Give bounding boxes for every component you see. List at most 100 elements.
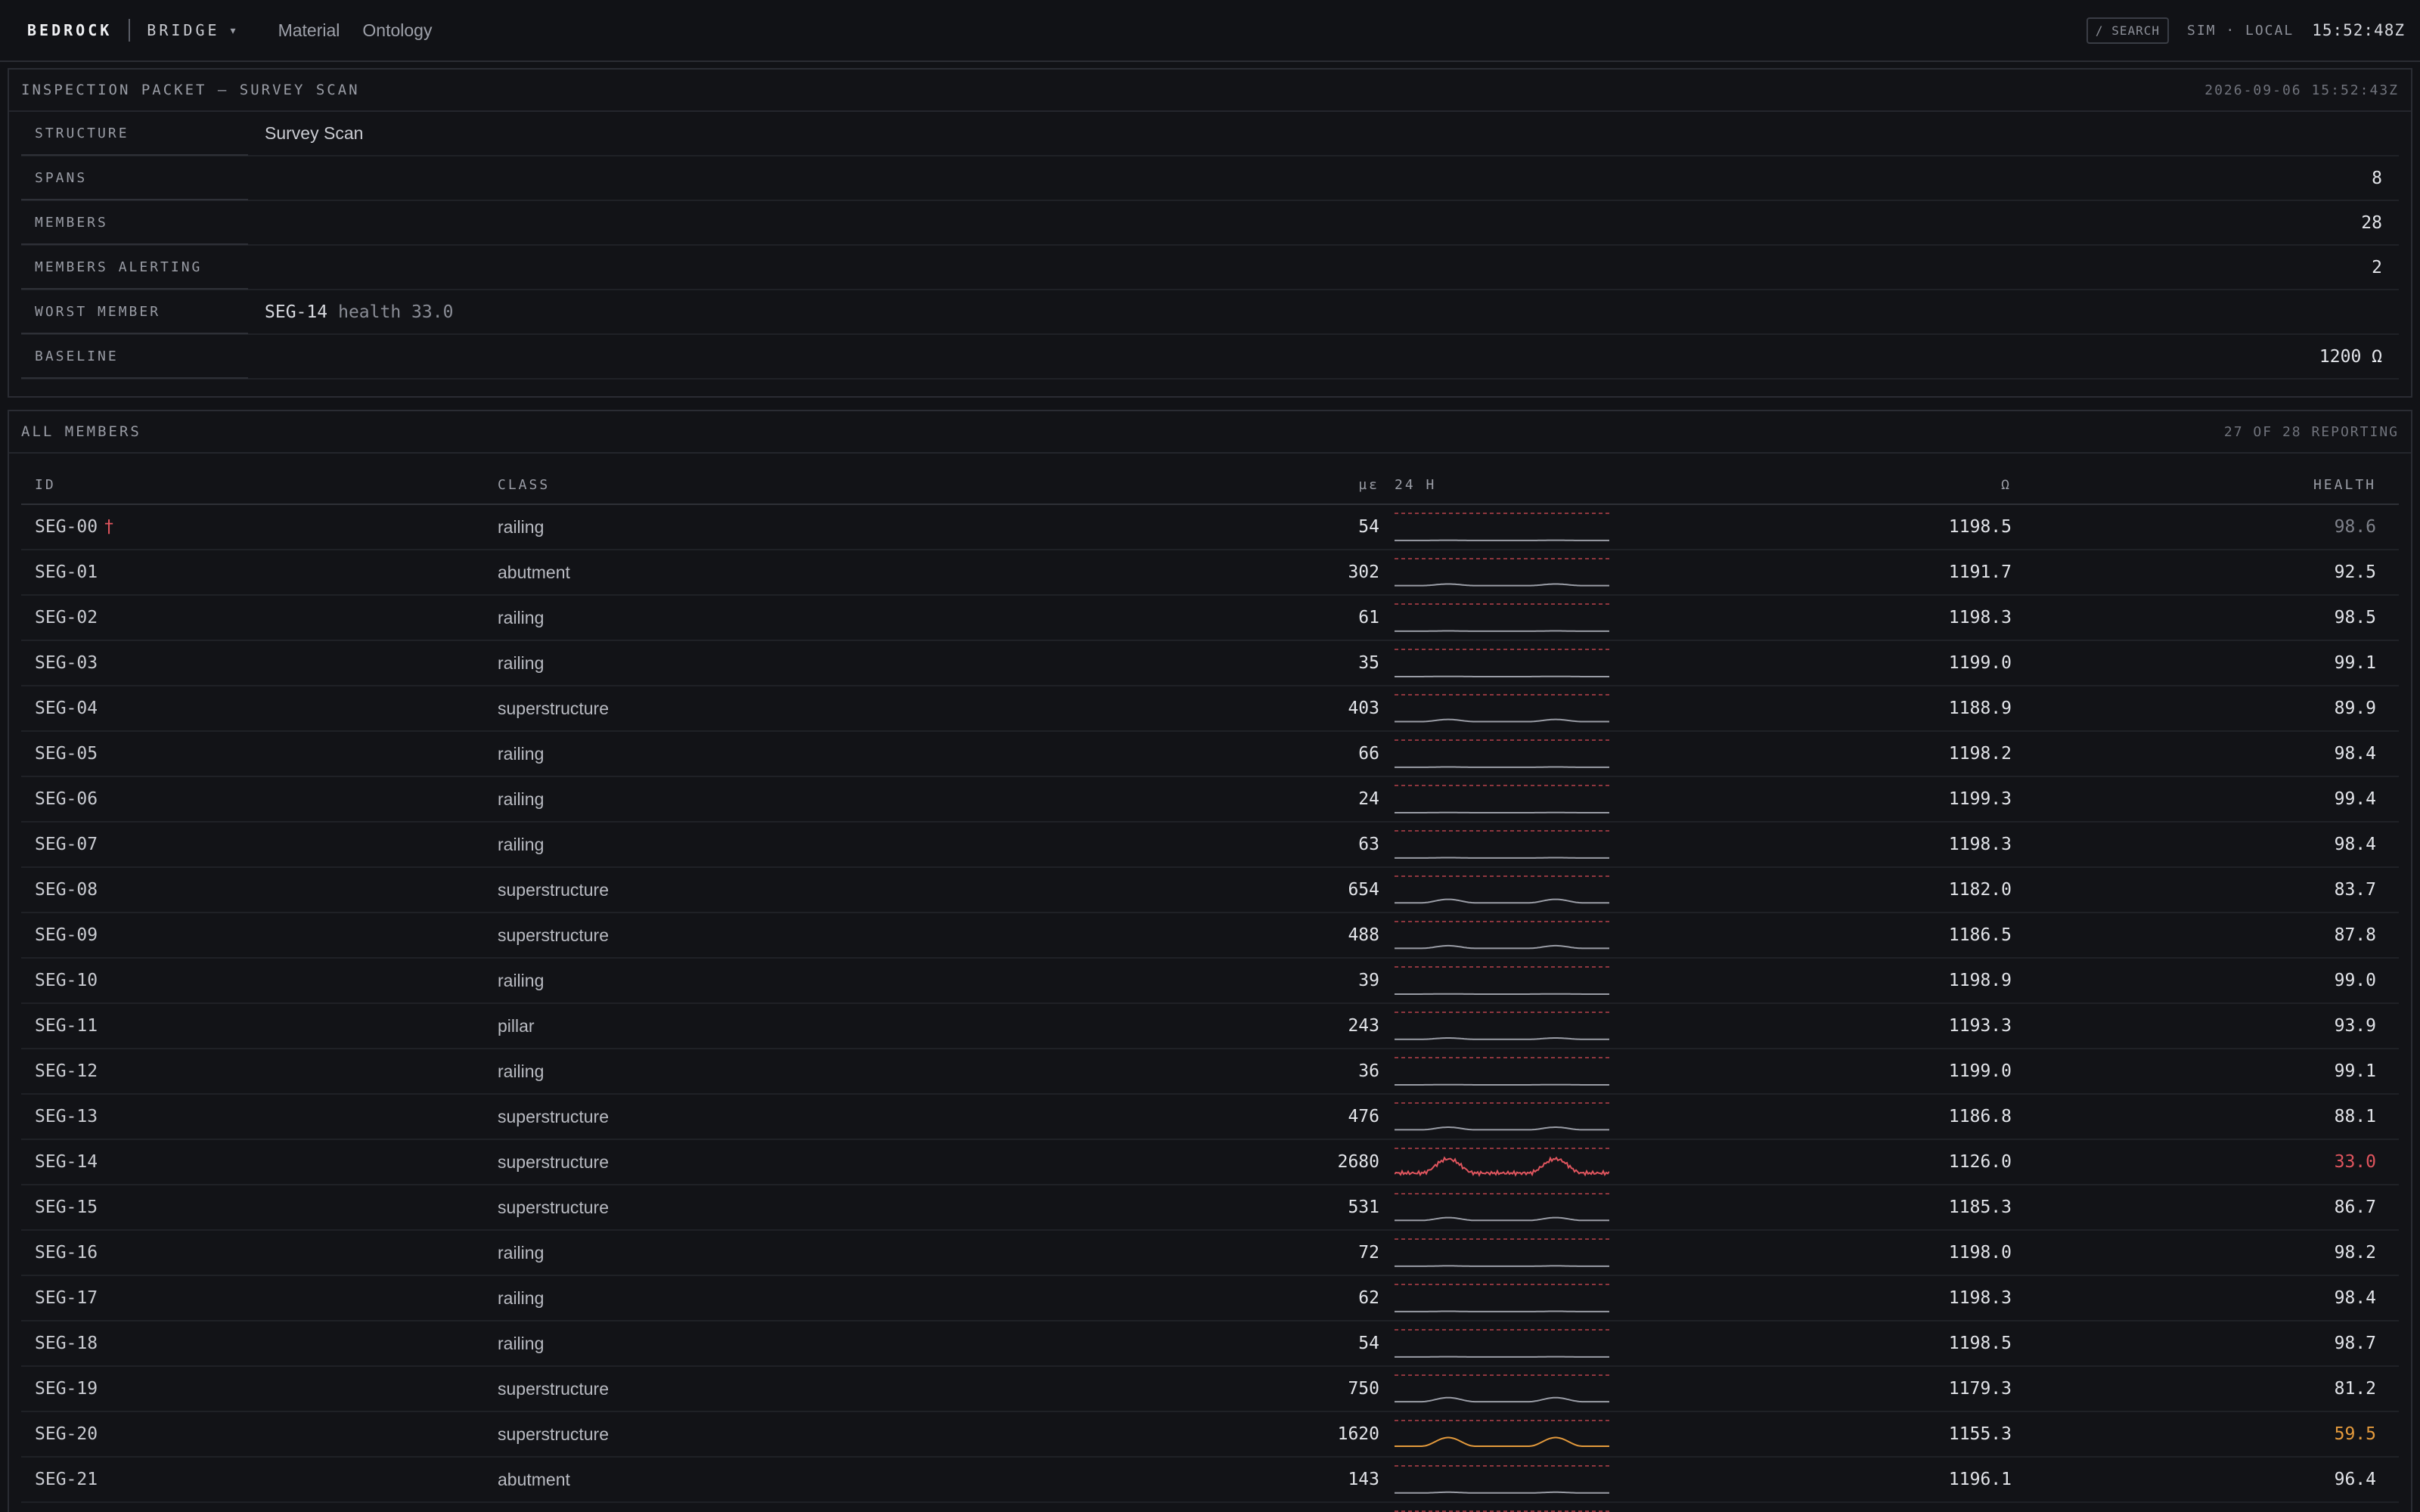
member-resistance: 1199.0	[1948, 1061, 2012, 1081]
table-row[interactable]: SEG-08 superstructure 654 1182.0 83.7	[21, 868, 2399, 913]
member-id: SEG-05	[21, 744, 498, 764]
member-id-text: SEG-15	[35, 1198, 98, 1217]
inspection-packet-panel: INSPECTION PACKET — SURVEY SCAN 2026-09-…	[8, 68, 2412, 398]
trend-sparkline	[1384, 1235, 1615, 1271]
column-header-health[interactable]: HEALTH	[2012, 477, 2393, 493]
table-row[interactable]: SEG-17 railing 62 1198.3 98.4	[21, 1276, 2399, 1321]
panel-title: INSPECTION PACKET — SURVEY SCAN	[21, 82, 360, 98]
member-resistance: 1198.5	[1948, 517, 2012, 537]
table-row[interactable]: SEG-10 railing 39 1198.9 99.0	[21, 959, 2399, 1004]
member-resistance: 1155.3	[1948, 1424, 2012, 1444]
member-resistance: 1198.3	[1948, 835, 2012, 854]
column-header-class[interactable]: CLASS	[498, 477, 951, 493]
trend-sparkline	[1384, 1280, 1615, 1316]
table-row[interactable]: SEG-14 superstructure 2680 1126.0 33.0	[21, 1140, 2399, 1185]
table-row[interactable]: SEG-02 railing 61 1198.3 98.5	[21, 596, 2399, 641]
member-health: 98.5	[2334, 608, 2376, 627]
nav-link-material[interactable]: Material	[278, 20, 340, 41]
app-switcher[interactable]: BRIDGE ▾	[147, 21, 235, 39]
member-resistance: 1199.3	[1948, 789, 2012, 809]
search-button[interactable]: / SEARCH	[2086, 17, 2169, 44]
table-row[interactable]: SEG-04 superstructure 403 1188.9 89.9	[21, 686, 2399, 732]
table-row[interactable]: SEG-01 abutment 302 1191.7 92.5	[21, 550, 2399, 596]
member-strain: 24	[1358, 789, 1379, 809]
summary-row-worst: WORST MEMBER SEG-14 health 33.0	[21, 290, 2399, 335]
environment-label: SIM · LOCAL	[2186, 22, 2294, 39]
member-id-text: SEG-10	[35, 971, 98, 990]
member-id: SEG-00 †	[21, 517, 498, 537]
table-row[interactable]	[21, 1503, 2399, 1512]
member-class: pillar	[498, 1015, 535, 1036]
summary-label: WORST MEMBER	[21, 291, 248, 334]
member-resistance: 1198.3	[1948, 1288, 2012, 1308]
member-health: 98.4	[2334, 1288, 2376, 1308]
member-strain: 750	[1348, 1379, 1379, 1399]
member-health: 92.5	[2334, 562, 2376, 582]
table-row[interactable]: SEG-12 railing 36 1199.0 99.1	[21, 1049, 2399, 1095]
summary-label: STRUCTURE	[21, 113, 248, 156]
sparkline-path	[1395, 1491, 1609, 1494]
packet-summary: STRUCTURE Survey Scan SPANS 8 MEMBERS 28…	[21, 112, 2399, 380]
member-health: 33.0	[2334, 1152, 2376, 1172]
member-id-text: SEG-14	[35, 1152, 98, 1172]
table-row[interactable]: SEG-21 abutment 143 1196.1 96.4	[21, 1458, 2399, 1503]
table-row[interactable]: SEG-18 railing 54 1198.5 98.7	[21, 1321, 2399, 1367]
sparkline-path	[1395, 944, 1609, 950]
member-strain: 39	[1358, 971, 1379, 990]
table-row[interactable]: SEG-03 railing 35 1199.0 99.1	[21, 641, 2399, 686]
member-strain: 35	[1358, 653, 1379, 673]
table-row[interactable]: SEG-19 superstructure 750 1179.3 81.2	[21, 1367, 2399, 1412]
member-id: SEG-10	[21, 971, 498, 990]
trend-sparkline	[1384, 962, 1615, 999]
column-header-strain[interactable]: µε	[951, 477, 1384, 493]
member-health: 99.4	[2334, 789, 2376, 809]
member-strain: 476	[1348, 1107, 1379, 1126]
member-id-text: SEG-09	[35, 925, 98, 945]
trend-sparkline	[1384, 1416, 1615, 1452]
table-row[interactable]: SEG-15 superstructure 531 1185.3 86.7	[21, 1185, 2399, 1231]
trend-sparkline	[1384, 1189, 1615, 1225]
table-row[interactable]: SEG-05 railing 66 1198.2 98.4	[21, 732, 2399, 777]
member-id: SEG-17	[21, 1288, 498, 1308]
column-header-resistance[interactable]: Ω	[1615, 477, 2012, 493]
alerting-value: 2	[2372, 257, 2382, 277]
member-strain: 531	[1348, 1198, 1379, 1217]
pin-icon[interactable]: †	[104, 517, 114, 537]
member-class: railing	[498, 1287, 544, 1308]
packet-timestamp: 2026-09-06 15:52:43Z	[2204, 82, 2399, 98]
summary-label: SPANS	[21, 157, 248, 200]
member-id: SEG-21	[21, 1470, 498, 1489]
brand-logo[interactable]: BEDROCK	[27, 21, 112, 39]
table-row[interactable]: SEG-00 † railing 54 1198.5 98.6	[21, 505, 2399, 550]
trend-sparkline	[1384, 509, 1615, 545]
table-row[interactable]: SEG-16 railing 72 1198.0 98.2	[21, 1231, 2399, 1276]
sparkline-path	[1395, 583, 1609, 587]
member-strain: 243	[1348, 1016, 1379, 1036]
table-row[interactable]: SEG-07 railing 63 1198.3 98.4	[21, 823, 2399, 868]
trend-sparkline	[1384, 781, 1615, 817]
member-class: superstructure	[498, 1151, 610, 1172]
member-health: 83.7	[2334, 880, 2376, 900]
member-id-text: SEG-08	[35, 880, 98, 900]
member-class: railing	[498, 1061, 544, 1081]
member-class: railing	[498, 607, 544, 627]
member-id: SEG-16	[21, 1243, 498, 1263]
member-health: 96.4	[2334, 1470, 2376, 1489]
column-header-id[interactable]: ID	[21, 477, 498, 493]
member-class: superstructure	[498, 925, 610, 945]
member-strain: 62	[1358, 1288, 1379, 1308]
member-resistance: 1182.0	[1948, 880, 2012, 900]
all-members-panel: ALL MEMBERS 27 OF 28 REPORTING ID CLASS …	[8, 410, 2412, 1512]
table-row[interactable]: SEG-09 superstructure 488 1186.5 87.8	[21, 913, 2399, 959]
table-row[interactable]: SEG-06 railing 24 1199.3 99.4	[21, 777, 2399, 823]
sparkline-path	[1395, 1156, 1609, 1177]
trend-sparkline	[1384, 826, 1615, 863]
worst-member-id[interactable]: SEG-14	[265, 302, 327, 322]
member-class: abutment	[498, 562, 570, 582]
table-row[interactable]: SEG-11 pillar 243 1193.3 93.9	[21, 1004, 2399, 1049]
member-id-text: SEG-13	[35, 1107, 98, 1126]
nav-link-ontology[interactable]: Ontology	[362, 20, 432, 41]
table-row[interactable]: SEG-20 superstructure 1620 1155.3 59.5	[21, 1412, 2399, 1458]
table-row[interactable]: SEG-13 superstructure 476 1186.8 88.1	[21, 1095, 2399, 1140]
member-health: 99.1	[2334, 653, 2376, 673]
